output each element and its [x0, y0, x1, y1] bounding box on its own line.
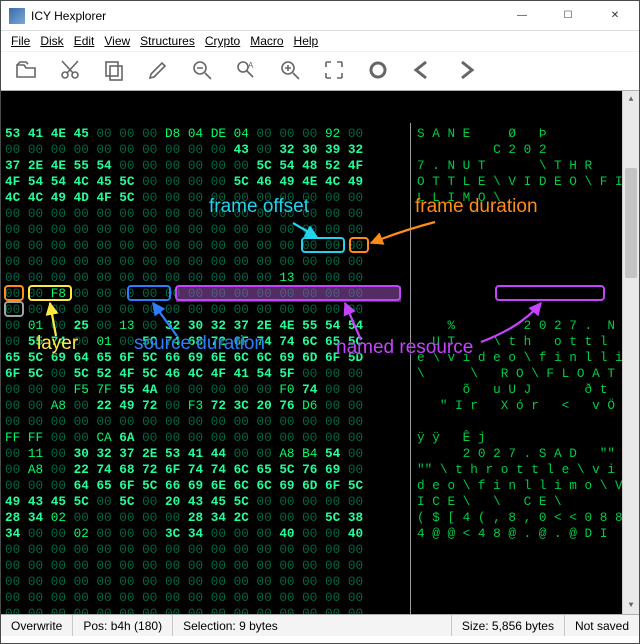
edit-icon[interactable] [141, 56, 175, 84]
find-text-icon[interactable]: A [229, 56, 263, 84]
maximize-button[interactable]: ☐ [545, 1, 591, 31]
status-pos: Pos: b4h (180) [73, 615, 173, 636]
menu-view[interactable]: View [100, 33, 134, 49]
fit-icon[interactable] [317, 56, 351, 84]
menu-file[interactable]: File [7, 33, 34, 49]
menu-disk[interactable]: Disk [36, 33, 67, 49]
close-button[interactable]: ✕ [591, 1, 639, 31]
app-icon [9, 8, 25, 24]
scroll-thumb[interactable] [625, 168, 637, 278]
scroll-track[interactable] [623, 108, 639, 597]
menu-macro[interactable]: Macro [246, 33, 287, 49]
hex-view[interactable]: 53 41 4E 45 00 00 00 D8 04 DE 04 00 00 0… [1, 91, 639, 614]
forward-icon[interactable] [449, 56, 483, 84]
window-title: ICY Hexplorer [31, 9, 499, 23]
status-size: Size: 5,856 bytes [452, 615, 565, 636]
cut-icon[interactable] [53, 56, 87, 84]
toolbar: A [1, 51, 639, 91]
copy-icon[interactable] [97, 56, 131, 84]
menu-crypto[interactable]: Crypto [201, 33, 244, 49]
status-selection: Selection: 9 bytes [173, 615, 452, 636]
zoom-in-icon[interactable] [273, 56, 307, 84]
menu-help[interactable]: Help [290, 33, 323, 49]
back-icon[interactable] [405, 56, 439, 84]
scroll-up-icon[interactable]: ▲ [623, 91, 639, 108]
minimize-button[interactable]: — [499, 1, 545, 31]
vertical-scrollbar[interactable]: ▲ ▼ [622, 91, 639, 614]
hex-bytes-column[interactable]: 53 41 4E 45 00 00 00 D8 04 DE 04 00 00 0… [1, 123, 411, 614]
menu-edit[interactable]: Edit [70, 33, 99, 49]
svg-text:A: A [248, 61, 254, 70]
scroll-down-icon[interactable]: ▼ [623, 597, 639, 614]
statusbar: Overwrite Pos: b4h (180) Selection: 9 by… [1, 614, 639, 636]
open-icon[interactable] [9, 56, 43, 84]
status-mode: Overwrite [1, 615, 73, 636]
zoom-out-icon[interactable] [185, 56, 219, 84]
blob-icon[interactable] [361, 56, 395, 84]
ascii-column[interactable]: S A N E Ø Þ C 2 0 2 7 . N U T \ T H R O … [411, 123, 639, 614]
menu-structures[interactable]: Structures [136, 33, 199, 49]
titlebar: ICY Hexplorer — ☐ ✕ [1, 1, 639, 31]
menubar: File Disk Edit View Structures Crypto Ma… [1, 31, 639, 51]
status-saved: Not saved [565, 615, 639, 636]
